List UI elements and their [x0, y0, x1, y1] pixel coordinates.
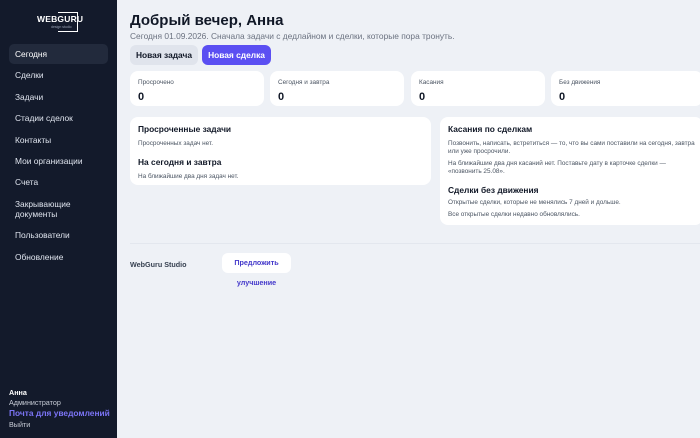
sidebar-item-closing-documents[interactable]: Закрывающие документы — [9, 194, 108, 224]
page-subtitle: Сегодня 01.09.2026. Сначала задачи с дед… — [130, 31, 455, 41]
notification-email-link[interactable]: Почта для уведомлений — [9, 408, 114, 419]
stale-deals-title: Сделки без движения — [448, 185, 539, 195]
sidebar-item-update[interactable]: Обновление — [9, 247, 108, 267]
user-panel: Анна Администратор Почта для уведомлений… — [9, 388, 114, 430]
stat-value: 0 — [419, 91, 426, 103]
sidebar: WEBGURU design studio Сегодня Сделки Зад… — [0, 0, 117, 438]
suggest-improvement-button[interactable]: Предложить улучшение — [222, 253, 291, 287]
sidebar-item-users[interactable]: Пользователи — [9, 225, 108, 245]
sidebar-item-deal-stages[interactable]: Стадии сделок — [9, 108, 108, 128]
stat-label: Без движения — [559, 79, 601, 86]
sidebar-item-tasks[interactable]: Задачи — [9, 87, 108, 107]
page-title: Добрый вечер, Анна — [130, 12, 284, 29]
footer-divider — [130, 243, 700, 244]
stat-overdue: Просрочено 0 — [130, 71, 264, 106]
stat-value: 0 — [278, 91, 285, 103]
overdue-tasks-title: Просроченные задачи — [138, 124, 232, 134]
app-root: WEBGURU design studio Сегодня Сделки Зад… — [0, 0, 700, 438]
stat-today-tomorrow: Сегодня и завтра 0 — [270, 71, 404, 106]
main-content: Добрый вечер, Анна Сегодня 01.09.2026. С… — [117, 0, 700, 438]
sidebar-item-my-organizations[interactable]: Мои организации — [9, 151, 108, 171]
stat-label: Просрочено — [138, 79, 174, 86]
tasks-card: Просроченные задачи Просроченных задач н… — [130, 117, 431, 185]
stat-label: Сегодня и завтра — [278, 79, 330, 86]
footer-brand: WebGuru Studio — [130, 260, 187, 269]
overdue-tasks-empty: Просроченных задач нет. — [138, 140, 213, 147]
sidebar-item-deals[interactable]: Сделки — [9, 65, 108, 85]
stat-label: Касания — [419, 79, 444, 86]
new-deal-button[interactable]: Новая сделка — [202, 45, 271, 65]
deal-touches-empty: На ближайшие два дня касаний нет. Постав… — [448, 160, 666, 175]
deal-touches-title: Касания по сделкам — [448, 124, 533, 134]
logo-subtext: design studio — [51, 25, 72, 29]
stat-no-movement: Без движения 0 — [551, 71, 700, 106]
logout-link[interactable]: Выйти — [9, 419, 114, 430]
stat-touches: Касания 0 — [411, 71, 545, 106]
logo-frame-icon — [58, 12, 78, 32]
new-task-button[interactable]: Новая задача — [130, 45, 198, 65]
stat-value: 0 — [559, 91, 566, 103]
sidebar-nav: Сегодня Сделки Задачи Стадии сделок Конт… — [9, 44, 108, 268]
webguru-logo[interactable]: WEBGURU design studio — [37, 12, 83, 34]
upcoming-tasks-title: На сегодня и завтра — [138, 157, 222, 167]
sidebar-item-today[interactable]: Сегодня — [9, 44, 108, 64]
sidebar-item-contacts[interactable]: Контакты — [9, 130, 108, 150]
deals-card: Касания по сделкам Позвонить, написать, … — [440, 117, 700, 225]
stat-value: 0 — [138, 91, 145, 103]
deal-touches-description: Позвонить, написать, встретиться — то, ч… — [448, 140, 695, 155]
stale-deals-description: Открытые сделки, которые не менялись 7 д… — [448, 199, 621, 206]
upcoming-tasks-empty: На ближайшие два дня задач нет. — [138, 173, 239, 180]
user-role: Администратор — [9, 398, 61, 407]
sidebar-item-invoices[interactable]: Счета — [9, 172, 108, 192]
user-name: Анна — [9, 388, 27, 397]
stale-deals-empty: Все открытые сделки недавно обновлялись. — [448, 211, 580, 218]
